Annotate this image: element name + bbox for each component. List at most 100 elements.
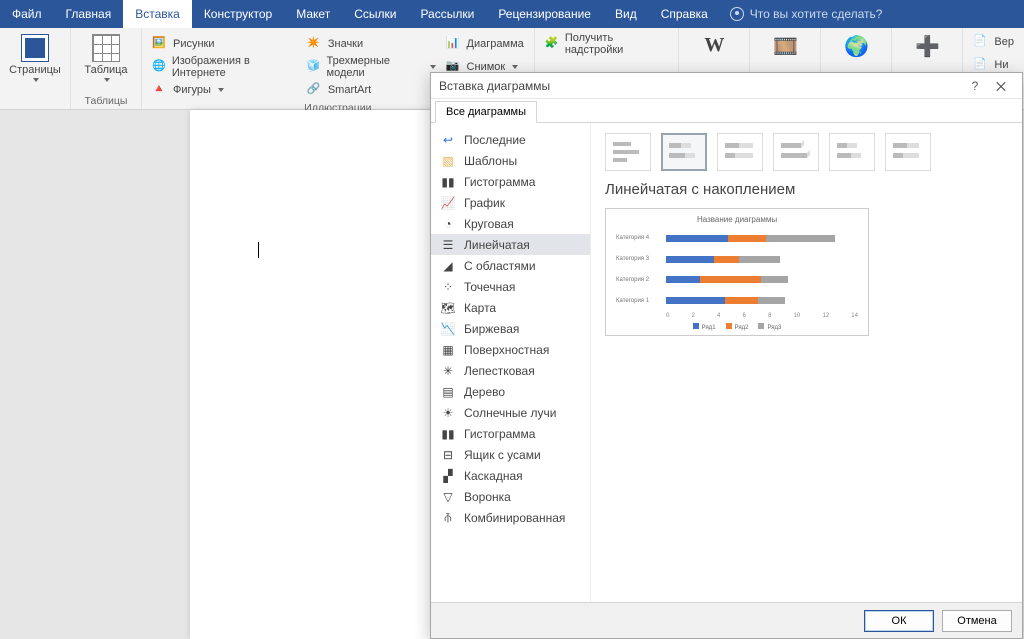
- subtype-3d-stacked-bar[interactable]: [829, 133, 875, 171]
- bar-chart-icon: ☰: [441, 238, 455, 252]
- tab-file[interactable]: Файл: [0, 0, 54, 28]
- wikipedia-button[interactable]: W: [687, 32, 741, 57]
- cat-line[interactable]: 📈График: [431, 192, 590, 213]
- group-tables: Таблица Таблицы: [71, 28, 142, 109]
- cat-label: Круговая: [464, 217, 514, 231]
- table-button[interactable]: Таблица: [79, 32, 133, 82]
- tab-view[interactable]: Вид: [603, 0, 649, 28]
- cat-boxwhisker[interactable]: ⊟ Ящик с усами: [431, 444, 590, 465]
- cancel-button[interactable]: Отмена: [942, 610, 1012, 632]
- pages-button[interactable]: Страницы: [8, 32, 62, 82]
- shapes-icon: 🔺: [152, 82, 168, 98]
- tab-mailings[interactable]: Рассылки: [408, 0, 486, 28]
- pictures-label: Рисунки: [173, 38, 215, 50]
- chevron-down-icon: [430, 65, 436, 69]
- cat-label: Ящик с усами: [464, 448, 541, 462]
- subtype-heading: Линейчатая с накоплением: [605, 181, 1008, 198]
- chevron-down-icon: [218, 88, 224, 92]
- cat-surface[interactable]: ▦Поверхностная: [431, 339, 590, 360]
- cat-bar[interactable]: ☰ Линейчатая: [431, 234, 590, 255]
- tab-help[interactable]: Справка: [649, 0, 720, 28]
- get-addins-button[interactable]: 🧩Получить надстройки: [543, 34, 671, 54]
- footer-label: Ни: [994, 59, 1008, 71]
- cat-label: Точечная: [464, 280, 515, 294]
- tab-all-charts[interactable]: Все диаграммы: [435, 101, 537, 123]
- tab-references[interactable]: Ссылки: [342, 0, 408, 28]
- cat-label: Каскадная: [464, 469, 523, 483]
- ok-button[interactable]: ОК: [864, 610, 934, 632]
- chart-category-list: ↩Последние ▧Шаблоны ▮▮Гистограмма 📈Графи…: [431, 123, 591, 602]
- smartart-button[interactable]: 🔗 SmartArt: [305, 80, 438, 100]
- dialog-body: ↩Последние ▧Шаблоны ▮▮Гистограмма 📈Графи…: [431, 123, 1022, 602]
- chart-preview[interactable]: Название диаграммы Категория 4Категория …: [605, 208, 869, 336]
- cat-label: Гистограмма: [464, 175, 535, 189]
- tab-review[interactable]: Рецензирование: [486, 0, 603, 28]
- cat-histogram[interactable]: ▮▮Гистограмма: [431, 423, 590, 444]
- smartart-icon: 🔗: [307, 82, 323, 98]
- sunburst-icon: ☀: [441, 406, 455, 420]
- footer-icon: 📄: [973, 57, 989, 73]
- tab-layout[interactable]: Макет: [284, 0, 342, 28]
- cat-stock[interactable]: 📉Биржевая: [431, 318, 590, 339]
- online-pictures-button[interactable]: 🌐Изображения в Интернете: [150, 57, 299, 77]
- subtype-row: [605, 133, 1008, 171]
- cat-treemap[interactable]: ▤Дерево: [431, 381, 590, 402]
- cat-label: Поверхностная: [464, 343, 549, 357]
- help-button[interactable]: ?: [962, 73, 988, 99]
- tab-home[interactable]: Главная: [54, 0, 124, 28]
- cat-area[interactable]: ◢С областями: [431, 255, 590, 276]
- subtype-stacked-bar[interactable]: [661, 133, 707, 171]
- icons-button[interactable]: ✴️ Значки: [305, 34, 438, 54]
- treemap-icon: ▤: [441, 385, 455, 399]
- cat-sunburst[interactable]: ☀Солнечные лучи: [431, 402, 590, 423]
- video-button[interactable]: 🎞️: [758, 32, 812, 59]
- pictures-button[interactable]: 🖼️ Рисунки: [150, 34, 299, 54]
- chevron-down-icon: [33, 78, 39, 82]
- chart-preview-bars: Категория 4Категория 3Категория 2Категор…: [616, 228, 858, 311]
- cat-column[interactable]: ▮▮Гистограмма: [431, 171, 590, 192]
- shapes-button[interactable]: 🔺Фигуры: [150, 80, 299, 100]
- 3dmodels-button[interactable]: 🧊Трехмерные модели: [305, 57, 438, 77]
- cat-waterfall[interactable]: ▞Каскадная: [431, 465, 590, 486]
- cat-scatter[interactable]: ⁘Точечная: [431, 276, 590, 297]
- menubar: Файл Главная Вставка Конструктор Макет С…: [0, 0, 1024, 28]
- chart-subtype-pane: Линейчатая с накоплением Название диагра…: [591, 123, 1022, 602]
- cat-recent[interactable]: ↩Последние: [431, 129, 590, 150]
- cat-funnel[interactable]: ▽Воронка: [431, 486, 590, 507]
- pie-chart-icon: ◔: [441, 217, 455, 231]
- dialog-title: Вставка диаграммы: [439, 79, 550, 93]
- comment-button[interactable]: ➕: [900, 32, 954, 59]
- area-chart-icon: ◢: [441, 259, 455, 273]
- box-icon: ⊟: [441, 448, 455, 462]
- chart-button[interactable]: 📊Диаграмма: [444, 34, 526, 54]
- link-button[interactable]: 🌍: [829, 32, 883, 59]
- subtype-100pct-bar[interactable]: [717, 133, 763, 171]
- chart-preview-title: Название диаграммы: [616, 215, 858, 224]
- subtype-3d-clustered-bar[interactable]: [773, 133, 819, 171]
- cat-label: Линейчатая: [464, 238, 530, 252]
- pictures-icon: 🖼️: [152, 36, 168, 52]
- cat-combo[interactable]: ⫚Комбинированная: [431, 507, 590, 528]
- dialog-footer: ОК Отмена: [431, 602, 1022, 638]
- icons-icon: ✴️: [307, 36, 323, 52]
- tab-design[interactable]: Конструктор: [192, 0, 284, 28]
- tab-insert[interactable]: Вставка: [123, 0, 192, 28]
- cat-label: Воронка: [464, 490, 511, 504]
- plus-icon: ➕: [915, 34, 940, 59]
- cat-templates[interactable]: ▧Шаблоны: [431, 150, 590, 171]
- dialog-titlebar: Вставка диаграммы ?: [431, 73, 1022, 99]
- smartart-label: SmartArt: [328, 84, 371, 96]
- tell-me[interactable]: Что вы хотите сделать?: [720, 0, 893, 28]
- cat-pie[interactable]: ◔ Круговая: [431, 213, 590, 234]
- cat-radar[interactable]: ✳Лепестковая: [431, 360, 590, 381]
- cat-label: Последние: [464, 133, 526, 147]
- cat-label: График: [464, 196, 505, 210]
- close-button[interactable]: [988, 73, 1014, 99]
- header-button[interactable]: 📄Вер: [971, 32, 1016, 52]
- wikipedia-icon: W: [704, 34, 724, 57]
- subtype-clustered-bar[interactable]: [605, 133, 651, 171]
- page-icon: [21, 34, 49, 62]
- subtype-3d-100pct-bar[interactable]: [885, 133, 931, 171]
- cat-map[interactable]: 🗺Карта: [431, 297, 590, 318]
- icons-label: Значки: [328, 38, 363, 50]
